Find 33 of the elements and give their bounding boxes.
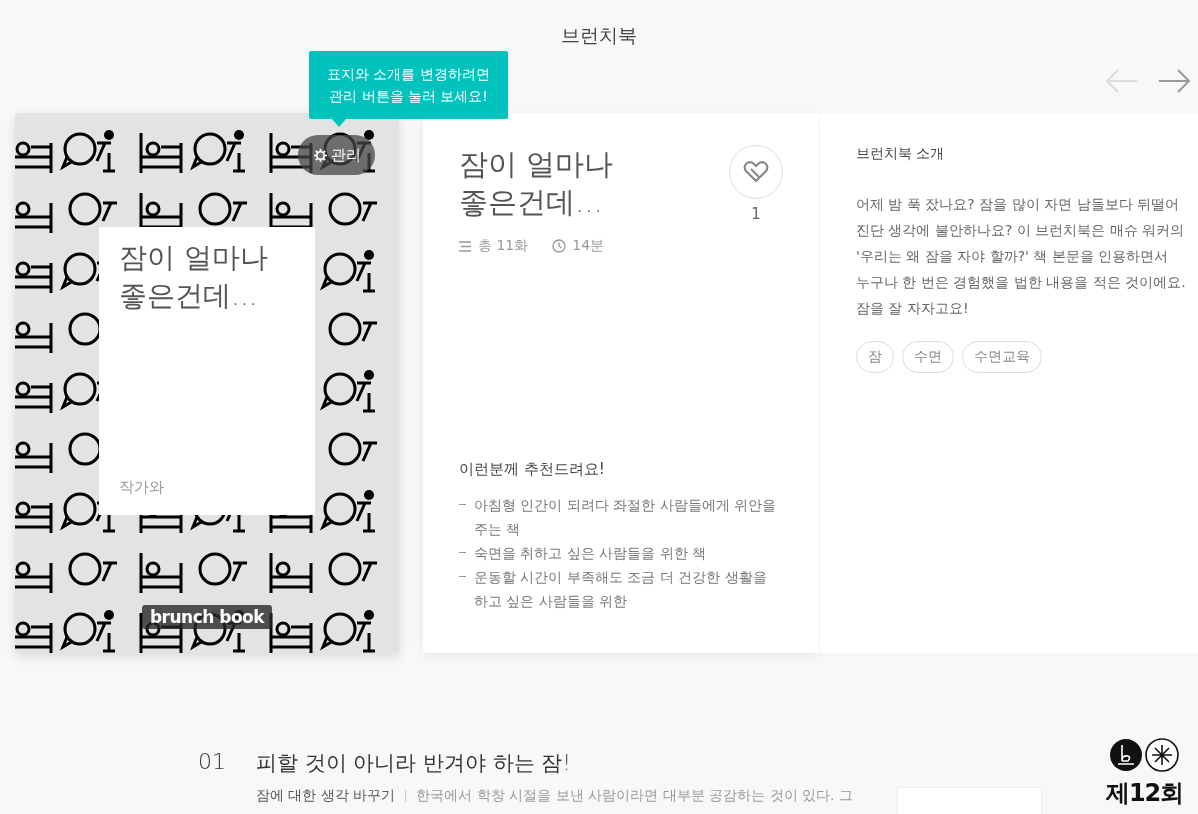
episode-number: 01 [198, 749, 226, 776]
intro-heading: 브런치북 소개 [856, 145, 946, 163]
tooltip: 표지와 소개를 변경하려면 관리 버튼을 눌러 보세요! [309, 51, 508, 119]
cover-logo: brunch book [141, 605, 273, 629]
read-time: 14분 [572, 237, 605, 255]
badge-text: 제12회 [1105, 778, 1184, 809]
book-title: 잠이 얼마나 좋은건데... [459, 146, 614, 221]
cover-author: 작가와 [119, 478, 165, 497]
intro-text: 어제 밤 푹 잤나요? 잠을 많이 자면 남들보다 뒤떨어진단 생각에 불안하나요? 이 브런치북은 매슈 워커의 '우리는 왜 잠을 자야 할까?' 책 본문을 인용하면서 누구나 한 번은 경험했을 법한 내용을 적은 것이에요. 잠을 잘 자자고요! [856, 195, 1186, 318]
heart-icon [743, 160, 769, 184]
keyword-tag[interactable]: 수면교육 [962, 341, 1042, 373]
episode-subtitle: 잠에 대한 생각 바꾸기 [256, 787, 396, 805]
recommend-item: 운동할 시간이 부족해도 조금 더 건강한 생활을 하고 싶은 사람들을 위한 [474, 568, 768, 611]
cover-title: 잠이 얼마나 좋은건데... [119, 240, 269, 314]
next-button[interactable] [1156, 66, 1192, 95]
clock-icon [552, 239, 567, 253]
like-button[interactable] [729, 145, 783, 199]
gear-icon [312, 147, 328, 163]
manage-button[interactable]: 관리 [298, 135, 375, 175]
left-arrow-icon [1104, 66, 1140, 95]
page-title: 브런치북 [561, 23, 637, 48]
like-count: 1 [751, 205, 761, 223]
episode-count: 총 11화 [478, 237, 529, 255]
keyword-tag[interactable]: 수면 [902, 341, 954, 373]
list-icon [459, 240, 472, 252]
recommend-item: 숙면을 취하고 싶은 사람들을 위한 책 [474, 544, 707, 563]
right-arrow-icon [1156, 66, 1192, 95]
episode-title[interactable]: 피할 것이 아니라 반겨야 하는 잠! [256, 749, 853, 777]
recommend-heading: 이런분께 추천드려요! [459, 460, 606, 479]
brunch-logo-icon [1107, 737, 1182, 773]
episode-excerpt: 한국에서 학창 시절을 보낸 사람이라면 대부분 공감하는 것이 있다. 그 [416, 787, 853, 805]
recommend-item: 아침형 인간이 되려다 좌절한 사람들에게 위안을 주는 책 [474, 496, 778, 539]
keyword-tag[interactable]: 잠 [856, 341, 894, 373]
